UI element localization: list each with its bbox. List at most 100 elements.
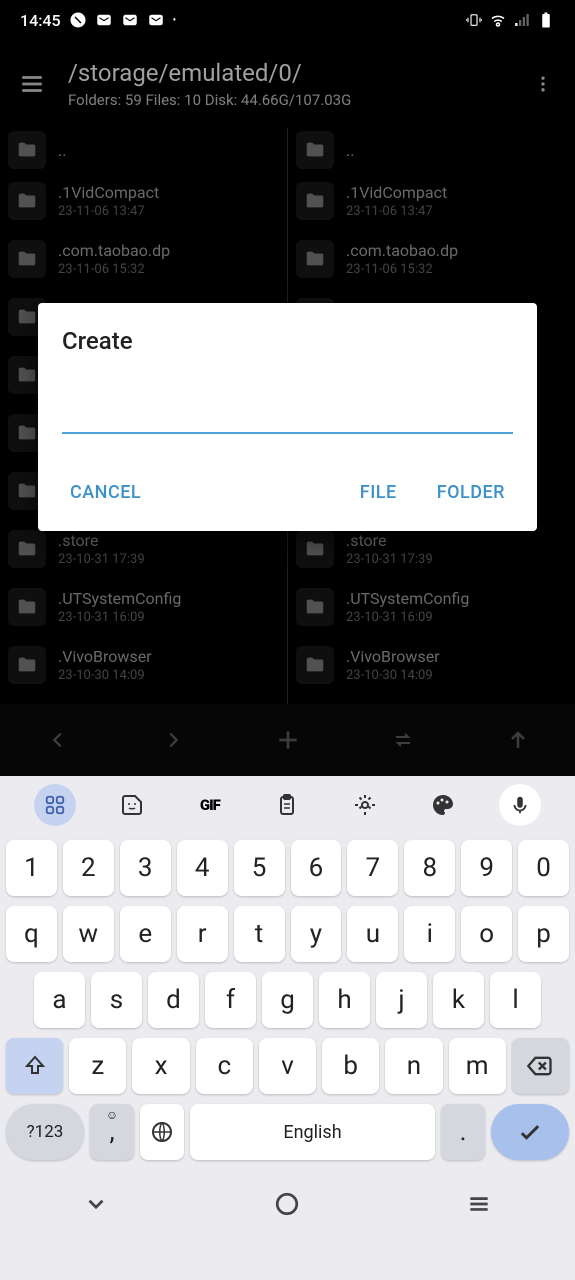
theme-tool[interactable] (422, 784, 464, 826)
file-item[interactable]: .UTSystemConfig23-10-31 16:09 (288, 578, 575, 636)
key-h[interactable]: h (319, 972, 370, 1028)
key-9[interactable]: 9 (461, 840, 512, 896)
file-date: 23-10-31 17:39 (346, 552, 433, 567)
key-i[interactable]: i (404, 906, 455, 962)
soft-keyboard: GIF 1234567890 qwertyuiop asdfghjkl zxcv… (0, 776, 575, 1280)
key-0[interactable]: 0 (518, 840, 569, 896)
enter-key[interactable] (491, 1104, 569, 1160)
key-u[interactable]: u (347, 906, 398, 962)
key-p[interactable]: p (518, 906, 569, 962)
file-name: .1VidCompact (58, 183, 159, 202)
key-b[interactable]: b (322, 1038, 379, 1094)
swap-button[interactable] (383, 720, 423, 760)
chevron-down-icon (83, 1191, 109, 1217)
nav-home[interactable] (267, 1184, 307, 1224)
file-item[interactable]: .1VidCompact23-11-06 13:47 (0, 172, 287, 230)
folder-button[interactable]: FOLDER (429, 470, 513, 515)
browser-notif-icon (69, 11, 87, 29)
key-n[interactable]: n (385, 1038, 442, 1094)
key-6[interactable]: 6 (291, 840, 342, 896)
folder-icon-box (296, 240, 334, 278)
key-w[interactable]: w (63, 906, 114, 962)
key-o[interactable]: o (461, 906, 512, 962)
file-button[interactable]: FILE (352, 470, 405, 515)
status-bar: 14:45 • (0, 0, 575, 40)
folder-icon (304, 139, 326, 161)
file-item[interactable]: .UTSystemConfig23-10-31 16:09 (0, 578, 287, 636)
nav-back[interactable] (76, 1184, 116, 1224)
file-item[interactable]: .com.taobao.dp23-11-06 15:32 (0, 230, 287, 288)
backspace-key[interactable] (512, 1038, 569, 1094)
file-item[interactable]: .VivoBrowser23-10-30 14:09 (0, 636, 287, 694)
file-item[interactable]: .1VidCompact23-11-06 13:47 (288, 172, 575, 230)
key-1[interactable]: 1 (6, 840, 57, 896)
key-3[interactable]: 3 (120, 840, 171, 896)
folder-icon (16, 538, 38, 560)
file-item[interactable]: .. (0, 128, 287, 172)
key-j[interactable]: j (376, 972, 427, 1028)
mic-tool[interactable] (499, 784, 541, 826)
back-button[interactable] (38, 720, 78, 760)
menu-button[interactable] (12, 64, 52, 104)
path-breadcrumb[interactable]: /storage/emulated/0/ (68, 59, 523, 87)
key-5[interactable]: 5 (234, 840, 285, 896)
key-g[interactable]: g (262, 972, 313, 1028)
folder-icon-box (296, 182, 334, 220)
file-name: .com.taobao.dp (58, 241, 170, 260)
key-8[interactable]: 8 (404, 840, 455, 896)
file-name: .UTSystemConfig (58, 589, 181, 608)
file-item[interactable]: .com.taobao.dp23-11-06 15:32 (288, 230, 575, 288)
wifi-icon (489, 11, 507, 29)
space-key[interactable]: English (190, 1104, 435, 1160)
backspace-icon (526, 1052, 554, 1080)
arrow-up-icon (506, 728, 530, 752)
overflow-button[interactable] (523, 64, 563, 104)
key-a[interactable]: a (34, 972, 85, 1028)
key-t[interactable]: t (234, 906, 285, 962)
apps-tool[interactable] (34, 784, 76, 826)
key-e[interactable]: e (120, 906, 171, 962)
chevron-left-icon (47, 729, 69, 751)
file-item[interactable]: .VivoBrowser23-10-30 14:09 (288, 636, 575, 694)
key-y[interactable]: y (291, 906, 342, 962)
add-button[interactable] (268, 720, 308, 760)
key-2[interactable]: 2 (63, 840, 114, 896)
key-4[interactable]: 4 (177, 840, 228, 896)
gif-tool[interactable]: GIF (189, 784, 231, 826)
key-x[interactable]: x (132, 1038, 189, 1094)
comma-key[interactable]: ☺, (90, 1104, 134, 1160)
settings-tool[interactable] (344, 784, 386, 826)
key-k[interactable]: k (433, 972, 484, 1028)
file-name: .VivoBrowser (346, 647, 440, 666)
storage-stats: Folders: 59 Files: 10 Disk: 44.66G/107.0… (68, 91, 523, 109)
key-z[interactable]: z (69, 1038, 126, 1094)
key-d[interactable]: d (148, 972, 199, 1028)
key-7[interactable]: 7 (347, 840, 398, 896)
forward-button[interactable] (153, 720, 193, 760)
key-r[interactable]: r (177, 906, 228, 962)
name-input[interactable] (62, 395, 513, 434)
key-c[interactable]: c (196, 1038, 253, 1094)
chevron-right-icon (162, 729, 184, 751)
key-l[interactable]: l (490, 972, 541, 1028)
shift-key[interactable] (6, 1038, 63, 1094)
palette-icon (431, 793, 455, 817)
file-name: .store (58, 531, 145, 550)
key-f[interactable]: f (205, 972, 256, 1028)
folder-icon (304, 190, 326, 212)
period-key[interactable]: . (441, 1104, 485, 1160)
key-s[interactable]: s (91, 972, 142, 1028)
sticker-tool[interactable] (111, 784, 153, 826)
symbols-key[interactable]: ?123 (6, 1104, 84, 1160)
file-item[interactable]: .. (288, 128, 575, 172)
nav-recent[interactable] (459, 1184, 499, 1224)
clipboard-tool[interactable] (266, 784, 308, 826)
key-v[interactable]: v (259, 1038, 316, 1094)
folder-icon (16, 654, 38, 676)
key-m[interactable]: m (449, 1038, 506, 1094)
language-key[interactable] (140, 1104, 184, 1160)
key-q[interactable]: q (6, 906, 57, 962)
cancel-button[interactable]: CANCEL (62, 470, 149, 515)
up-button[interactable] (498, 720, 538, 760)
folder-icon-box (296, 131, 334, 169)
